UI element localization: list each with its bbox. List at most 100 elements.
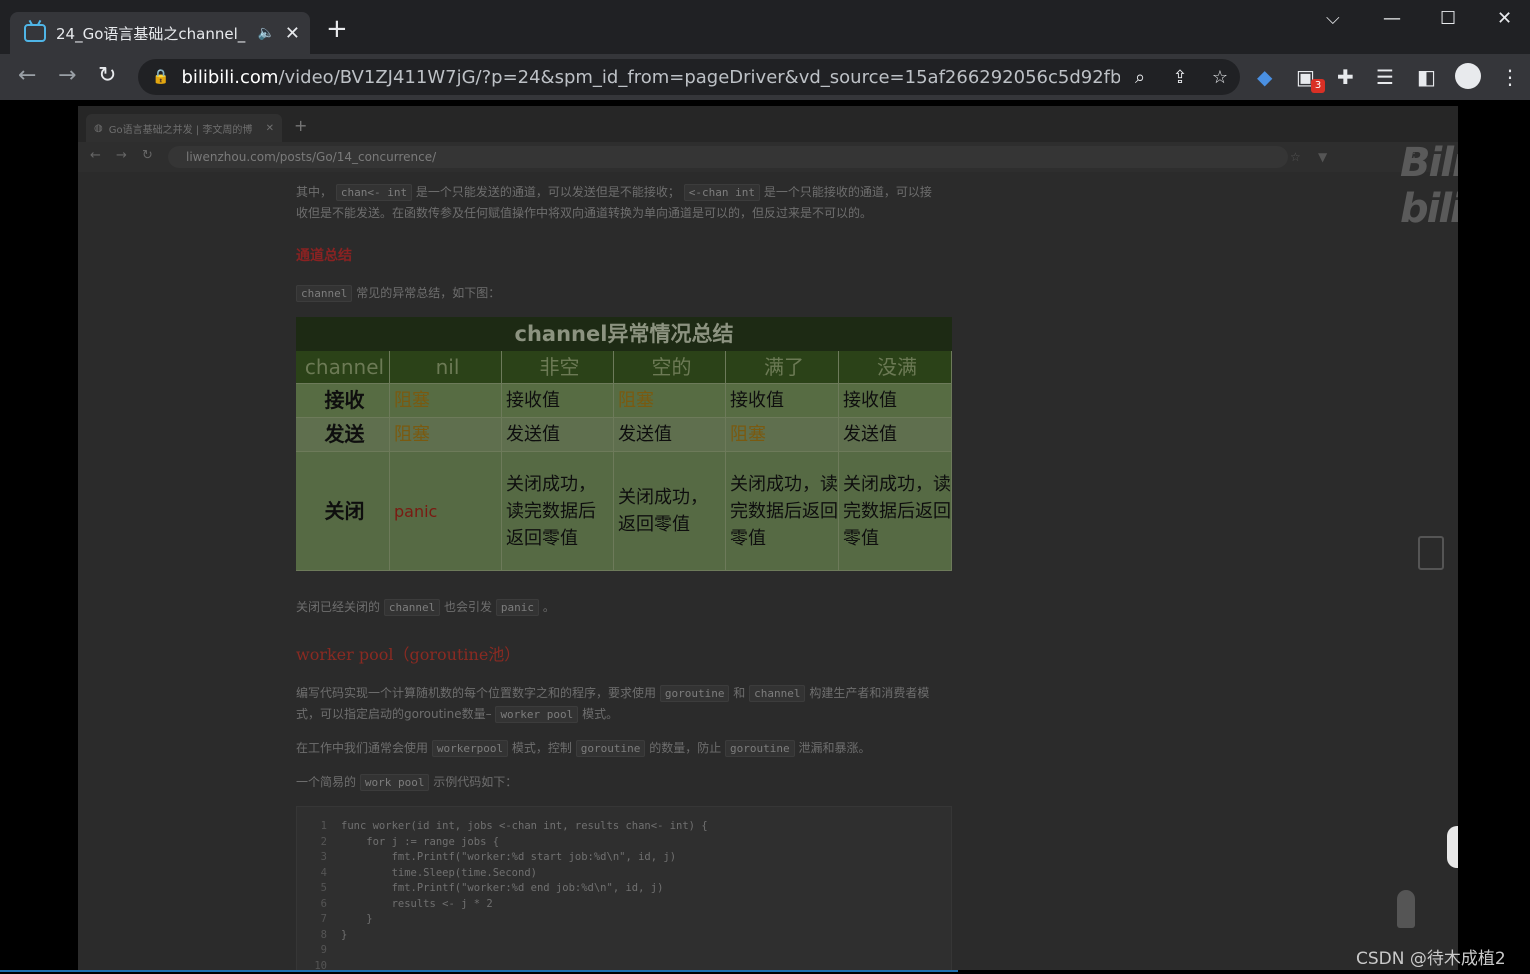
table-cell: 接收值	[839, 384, 952, 418]
code-line: 8}	[297, 928, 951, 944]
inner-close-icon: ✕	[265, 122, 274, 134]
code-line: 1 func worker(id int, jobs <-chan int, re…	[297, 819, 951, 835]
text: 的数量，防止	[649, 741, 722, 755]
channel-exception-table: channel异常情况总结 channel nil 非空 空的 满了 没满 接收…	[296, 317, 952, 571]
new-tab-button[interactable]: +	[326, 16, 348, 42]
inline-code: channel	[296, 285, 353, 302]
side-panel-icon[interactable]: ◧	[1417, 66, 1436, 88]
line-number: 5	[320, 882, 327, 894]
close-tab-icon[interactable]: ✕	[285, 23, 300, 44]
inner-toolbar: ← → ↻ liwenzhou.com/posts/Go/14_concurre…	[78, 142, 1458, 172]
speaker-icon[interactable]: 🔈	[257, 25, 274, 41]
share-icon[interactable]: ⇪	[1160, 67, 1200, 88]
close-window-button[interactable]: ✕	[1497, 8, 1512, 29]
table-header: 没满	[839, 351, 952, 384]
address-bar[interactable]: 🔒 bilibili.com/video/BV1ZJ411W7jG/?p=24&…	[138, 59, 1240, 95]
text: 是一个只能接收的通道，可以接	[763, 185, 932, 199]
browser-toolbar: ← → ↻ 🔒 bilibili.com/video/BV1ZJ411W7jG/…	[0, 54, 1530, 100]
table-row-header: 发送	[296, 418, 390, 452]
table-header: channel	[296, 351, 390, 384]
inline-code: goroutine	[725, 740, 795, 757]
code-line: 2 for j := range jobs {	[297, 835, 951, 851]
text: 式，可以指定启动的goroutine数量–	[296, 707, 492, 721]
menu-kebab-icon[interactable]: ⋮	[1500, 66, 1520, 88]
table-row-header: 关闭	[296, 452, 390, 571]
puzzle-extensions-icon[interactable]: ✚	[1337, 66, 1354, 88]
zoom-icon[interactable]: ⌕	[1120, 67, 1160, 88]
line-number: 4	[320, 866, 327, 879]
bilibili-logo: Bili bili	[1400, 140, 1458, 232]
video-player[interactable]: ◍ Go语言基础之并发 | 李文周的博 ✕ + ← → ↻ liwenzhou.…	[78, 106, 1458, 970]
line-number: 6	[320, 897, 327, 910]
reload-button[interactable]: ↻	[98, 64, 116, 88]
table-cell: 关闭成功，读完数据后返回零值	[502, 452, 614, 571]
table-header: nil	[390, 351, 502, 384]
para-summary-intro: channel 常见的异常总结，如下图：	[296, 283, 954, 304]
maximize-button[interactable]: ☐	[1440, 8, 1456, 29]
inner-tab-bar: ◍ Go语言基础之并发 | 李文周的博 ✕ +	[78, 106, 1458, 142]
chevron-down-icon[interactable]: ⌵	[1326, 8, 1340, 29]
text: 泄漏和暴涨。	[798, 741, 871, 755]
text: 示例代码如下：	[433, 775, 518, 789]
inline-code: worker pool	[495, 706, 579, 723]
notes-icon	[1418, 536, 1444, 570]
forward-button[interactable]: →	[58, 64, 76, 88]
text: 一个简易的	[296, 775, 357, 789]
text: 模式。	[582, 707, 619, 721]
text: 。	[542, 600, 555, 614]
code-text: results <- j * 2	[341, 897, 493, 910]
code-line: 7 }	[297, 912, 951, 928]
play-button[interactable]	[1447, 826, 1458, 868]
code-text: time.Sleep(time.Second)	[341, 866, 537, 879]
inner-url: liwenzhou.com/posts/Go/14_concurrence/	[186, 150, 437, 164]
profile-avatar[interactable]	[1455, 63, 1481, 89]
table-cell: panic	[390, 452, 502, 571]
inline-code: goroutine	[575, 740, 646, 757]
para-worker-intro: 编写代码实现一个计算随机数的每个位置数字之和的程序，要求使用 goroutine…	[296, 683, 954, 725]
table-title: channel异常情况总结	[296, 317, 952, 351]
rocket-icon	[1397, 890, 1415, 928]
video-progress-bar[interactable]	[0, 970, 958, 972]
table-cell: 发送值	[502, 418, 614, 452]
gem-extension-icon[interactable]: ◆	[1257, 66, 1272, 88]
line-number: 9	[320, 944, 327, 956]
inline-code: goroutine	[659, 685, 730, 702]
para-channel-direction: 其中， chan<- int 是一个只能发送的通道，可以发送但是不能接收； <-…	[296, 182, 954, 224]
browser-tab-bar: 24_Go语言基础之channel_ 🔈 ✕ + ⌵ — ☐ ✕	[0, 0, 1530, 54]
inner-star-icon: ☆	[1290, 150, 1301, 164]
code-text: }	[341, 913, 373, 925]
line-number: 10	[314, 959, 327, 971]
minimize-button[interactable]: —	[1383, 8, 1401, 29]
code-text: fmt.Printf("worker:%d end job:%d\n", id,…	[341, 882, 664, 894]
lock-icon: 🔒	[152, 69, 170, 85]
extension-count-badge: 3	[1311, 79, 1325, 93]
text: 构建生产者和消费者模	[809, 686, 930, 700]
url-path: /video/BV1ZJ411W7jG/?p=24&spm_id_from=pa…	[278, 66, 1120, 88]
code-line: 5 fmt.Printf("worker:%d end job:%d\n", i…	[297, 881, 951, 897]
reading-list-icon[interactable]: ☰	[1376, 66, 1394, 88]
para-workerpool-usage: 在工作中我们通常会使用 workerpool 模式，控制 goroutine 的…	[296, 738, 954, 759]
inline-code: panic	[495, 599, 539, 616]
table-cell: 关闭成功，返回零值	[614, 452, 726, 571]
text: 编写代码实现一个计算随机数的每个位置数字之和的程序，要求使用	[296, 686, 657, 700]
text: 收但是不能发送。在函数传参及任何赋值操作中将双向通道转换为单向通道是可以的，但反…	[296, 206, 873, 220]
inner-reload-icon: ↻	[142, 148, 153, 163]
code-line: 9	[297, 943, 951, 959]
table-cell: 发送值	[614, 418, 726, 452]
tab-active[interactable]: 24_Go语言基础之channel_ 🔈 ✕	[10, 12, 310, 54]
code-text: }	[341, 928, 348, 941]
inner-ext-icon: ▼	[1318, 150, 1328, 164]
bilibili-tv-icon	[24, 24, 46, 42]
table-grid: channel nil 非空 空的 满了 没满 接收 阻塞 接收值 阻塞 接收值…	[296, 351, 952, 571]
back-button[interactable]: ←	[18, 64, 36, 88]
url-host: bilibili.com	[181, 66, 279, 88]
heading-channel-summary: 通道总结	[296, 248, 352, 264]
inner-forward-icon: →	[116, 148, 127, 163]
bookmark-star-icon[interactable]: ☆	[1200, 67, 1240, 88]
text: 也会引发	[444, 600, 493, 614]
text: 关闭已经关闭的	[296, 600, 381, 614]
code-line: 6 results <- j * 2	[297, 897, 951, 913]
heading-worker-pool: worker pool（goroutine池）	[296, 645, 521, 664]
table-cell: 阻塞	[726, 418, 839, 452]
table-cell: 接收值	[726, 384, 839, 418]
